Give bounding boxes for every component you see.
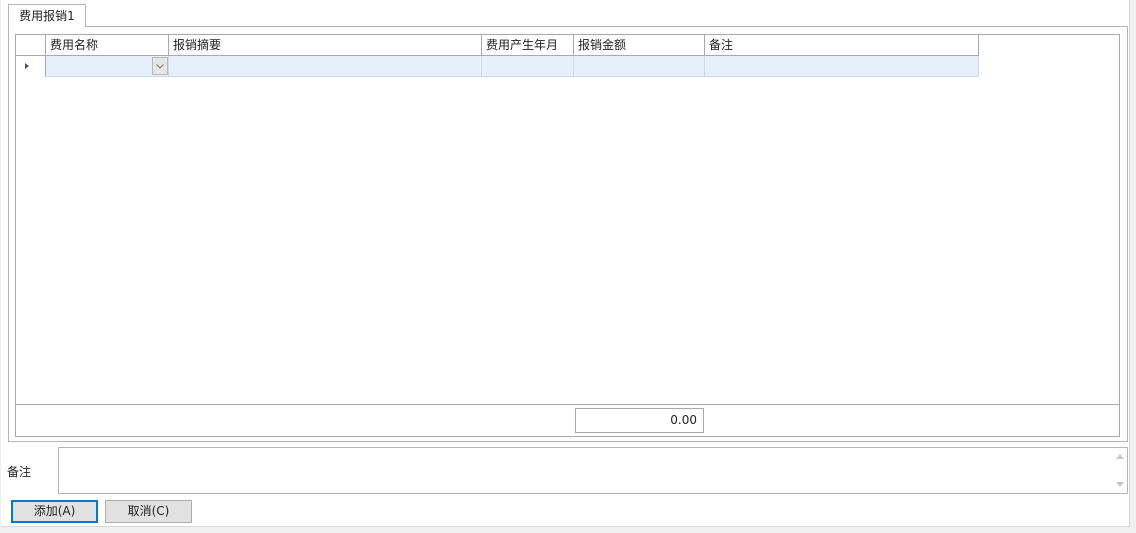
cell-summary[interactable]: [169, 56, 482, 77]
grid-corner-header: [16, 35, 46, 56]
grid-footer-divider: [16, 404, 1119, 405]
column-header-year-month[interactable]: 费用产生年月: [482, 35, 574, 56]
cell-amount[interactable]: [574, 56, 705, 77]
cell-note[interactable]: [705, 56, 979, 77]
remark-textarea[interactable]: [58, 447, 1128, 494]
triangle-right-icon: [25, 63, 29, 69]
column-header-amount[interactable]: 报销金额: [574, 35, 705, 56]
scroll-down-icon[interactable]: [1116, 482, 1124, 487]
amount-total: 0.00: [575, 408, 704, 433]
column-header-summary[interactable]: 报销摘要: [169, 35, 482, 56]
add-button[interactable]: 添加(A): [11, 500, 98, 523]
cell-expense-name[interactable]: [46, 56, 169, 77]
tab-expense-reimbursement[interactable]: 费用报销1: [8, 4, 86, 27]
cell-year-month[interactable]: [482, 56, 574, 77]
column-header-note[interactable]: 备注: [705, 35, 979, 56]
row-header[interactable]: [16, 56, 46, 77]
cancel-button[interactable]: 取消(C): [105, 500, 192, 523]
column-header-expense-name[interactable]: 费用名称: [46, 35, 169, 56]
chevron-down-icon: [156, 63, 164, 69]
scroll-up-icon[interactable]: [1116, 454, 1124, 459]
expense-grid[interactable]: 费用名称 报销摘要 费用产生年月 报销金额 备注 0.00: [15, 34, 1120, 437]
combo-dropdown-button[interactable]: [152, 57, 168, 75]
remark-label: 备注: [7, 465, 32, 479]
